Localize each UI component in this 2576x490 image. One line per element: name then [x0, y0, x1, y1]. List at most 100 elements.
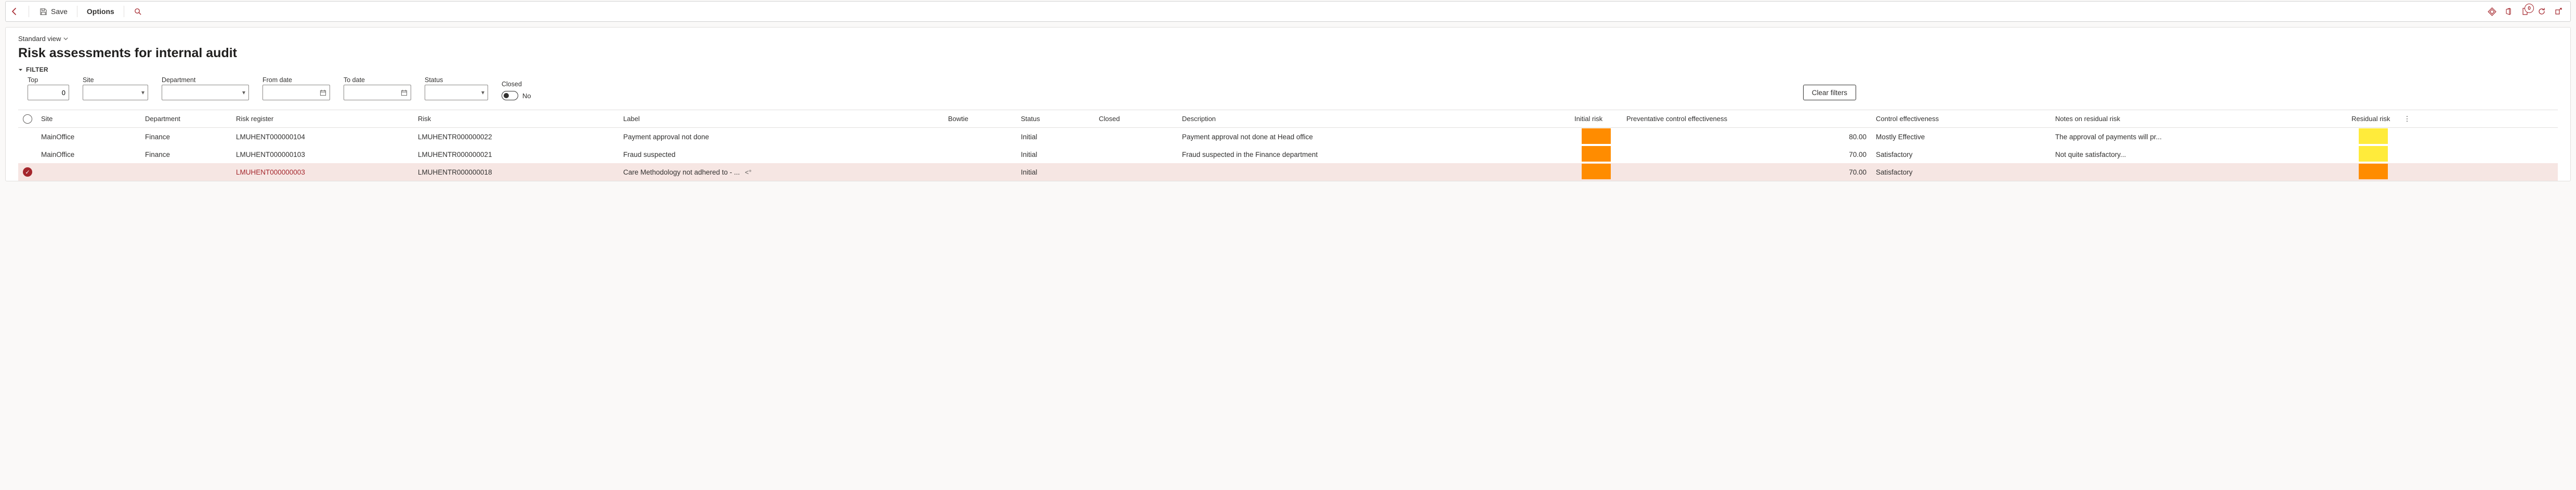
caret-down-icon [18, 68, 23, 72]
calendar-icon [401, 89, 408, 96]
table-row[interactable]: MainOfficeFinanceLMUHENT000000104LMUHENT… [18, 128, 2558, 145]
cell-notes: Not quite satisfactory... [2051, 151, 2347, 158]
top-field: Top [28, 76, 69, 100]
col-notes[interactable]: Notes on residual risk [2051, 115, 2347, 123]
cell-risk-register[interactable]: LMUHENT000000003 [232, 168, 414, 176]
calendar-icon [320, 89, 326, 96]
popout-icon[interactable] [2554, 7, 2563, 16]
cell-department: Finance [141, 133, 232, 141]
cell-status: Initial [1017, 151, 1095, 158]
from-date-field: From date [262, 76, 330, 100]
department-field: Department ▾ [162, 76, 249, 100]
col-preventative[interactable]: Preventative control effectiveness [1622, 115, 1872, 123]
top-input-inner[interactable] [31, 89, 65, 97]
notification-badge[interactable]: 0 [2520, 7, 2530, 16]
col-closed[interactable]: Closed [1095, 115, 1178, 123]
view-selector[interactable]: Standard view [18, 35, 2558, 43]
cell-status: Initial [1017, 133, 1095, 141]
cell-residual-risk [2347, 146, 2399, 163]
closed-toggle[interactable] [502, 91, 518, 100]
cell-initial-risk [1570, 146, 1622, 163]
cell-department: Finance [141, 151, 232, 158]
cell-description: Fraud suspected in the Finance departmen… [1178, 151, 1570, 158]
department-select[interactable]: ▾ [162, 85, 249, 100]
status-label: Status [425, 76, 488, 84]
status-select[interactable]: ▾ [425, 85, 488, 100]
to-date-input[interactable] [344, 85, 411, 100]
col-department[interactable]: Department [141, 115, 232, 123]
cell-residual-risk [2347, 128, 2399, 145]
col-label[interactable]: Label [619, 115, 944, 123]
col-control-effectiveness[interactable]: Control effectiveness [1872, 115, 2051, 123]
chevron-down-icon: ▾ [242, 89, 245, 96]
risk-swatch [2359, 146, 2388, 162]
chevron-down-icon: ▾ [141, 89, 144, 96]
diamond-icon[interactable] [2487, 7, 2496, 16]
col-status[interactable]: Status [1017, 115, 1095, 123]
cell-preventative: 70.00 [1622, 151, 1872, 158]
data-grid: Site Department Risk register Risk Label… [18, 110, 2558, 181]
toggle-thumb [504, 93, 509, 98]
share-icon[interactable]: <° [745, 168, 752, 176]
from-date-label: From date [262, 76, 330, 84]
refresh-icon[interactable] [2537, 7, 2546, 16]
cell-control-effectiveness: Satisfactory [1872, 151, 2051, 158]
risk-swatch [1582, 164, 1611, 179]
col-bowtie[interactable]: Bowtie [944, 115, 1017, 123]
table-row[interactable]: MainOfficeFinanceLMUHENT000000103LMUHENT… [18, 145, 2558, 163]
chevron-down-icon: ▾ [481, 89, 484, 96]
col-initial-risk[interactable]: Initial risk [1570, 115, 1622, 123]
back-icon[interactable] [10, 7, 19, 16]
risk-swatch [2359, 128, 2388, 144]
cell-preventative: 80.00 [1622, 133, 1872, 141]
col-residual-risk[interactable]: Residual risk [2347, 115, 2399, 123]
cell-risk: LMUHENTR000000022 [414, 133, 619, 141]
cell-preventative: 70.00 [1622, 168, 1872, 176]
options-button[interactable]: Options [87, 7, 114, 16]
badge-count: 0 [2525, 4, 2534, 13]
cell-site: MainOffice [37, 133, 141, 141]
row-selector[interactable]: ✓ [18, 167, 37, 177]
closed-label: Closed [502, 81, 531, 88]
cell-status: Initial [1017, 168, 1095, 176]
to-date-field: To date [344, 76, 411, 100]
risk-swatch [2359, 164, 2388, 179]
check-icon: ✓ [23, 167, 32, 177]
clear-filters-button[interactable]: Clear filters [1803, 85, 1856, 100]
col-more[interactable]: ⋮ [2399, 115, 2415, 123]
site-select[interactable]: ▾ [83, 85, 148, 100]
cell-initial-risk [1570, 164, 1622, 181]
app-toolbar: Save Options 0 [5, 1, 2571, 22]
clear-filters-label: Clear filters [1812, 89, 1847, 97]
status-field: Status ▾ [425, 76, 488, 100]
chevron-down-icon [63, 36, 69, 42]
cell-risk-register: LMUHENT000000103 [232, 151, 414, 158]
filter-header-label: FILTER [26, 66, 48, 73]
risk-swatch [1582, 128, 1611, 144]
save-button[interactable]: Save [38, 7, 68, 16]
cell-label: Care Methodology not adhered to - ... <° [619, 168, 944, 176]
col-description[interactable]: Description [1178, 115, 1570, 123]
col-risk-register[interactable]: Risk register [232, 115, 414, 123]
to-date-label: To date [344, 76, 411, 84]
office-icon[interactable] [2504, 7, 2513, 16]
risk-swatch [1582, 146, 1611, 162]
site-field: Site ▾ [83, 76, 148, 100]
closed-field: Closed No [502, 81, 531, 100]
col-site[interactable]: Site [37, 115, 141, 123]
top-input[interactable] [28, 85, 69, 100]
site-label: Site [83, 76, 148, 84]
cell-residual-risk [2347, 164, 2399, 181]
save-label: Save [51, 7, 68, 16]
from-date-input[interactable] [262, 85, 330, 100]
filter-row: Top Site ▾ Department ▾ From date [18, 75, 2558, 110]
filter-section-toggle[interactable]: FILTER [18, 66, 2558, 73]
cell-label: Payment approval not done [619, 133, 944, 141]
table-row[interactable]: ✓LMUHENT000000003LMUHENTR000000018Care M… [18, 163, 2558, 181]
cell-risk: LMUHENTR000000021 [414, 151, 619, 158]
search-icon[interactable] [134, 7, 143, 16]
col-risk[interactable]: Risk [414, 115, 619, 123]
select-all[interactable] [18, 114, 37, 124]
grid-header: Site Department Risk register Risk Label… [18, 110, 2558, 128]
department-label: Department [162, 76, 249, 84]
